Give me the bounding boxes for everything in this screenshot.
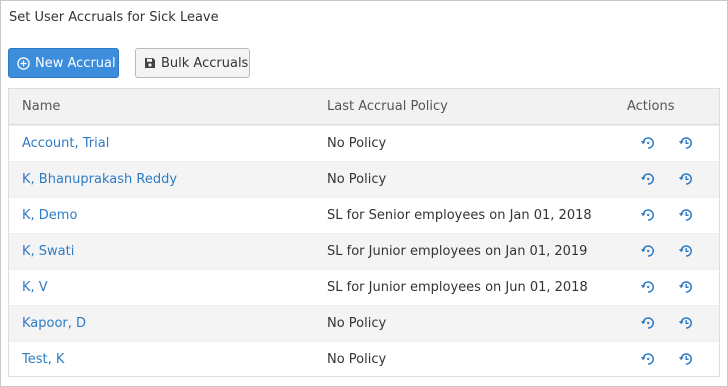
policy-cell: No Policy [327, 136, 387, 151]
accruals-table: Name Last Accrual Policy Actions Account… [8, 88, 720, 377]
plus-circle-icon [17, 56, 30, 70]
table-row: Test, K No Policy [9, 341, 719, 376]
undo-history-icon[interactable] [640, 135, 656, 151]
undo-history-icon[interactable] [640, 315, 656, 331]
policy-cell: No Policy [327, 316, 387, 331]
policy-cell: SL for Senior employees on Jan 01, 2018 [327, 208, 592, 223]
new-accrual-button[interactable]: New Accrual [8, 48, 119, 78]
floppy-disk-icon [144, 57, 156, 69]
history-clock-icon[interactable] [678, 351, 694, 367]
column-header-policy[interactable]: Last Accrual Policy [327, 99, 448, 114]
table-row: K, Swati SL for Junior employees on Jan … [9, 233, 719, 269]
policy-cell: No Policy [327, 352, 387, 367]
user-name-link[interactable]: K, Bhanuprakash Reddy [22, 172, 177, 187]
policy-cell: No Policy [327, 172, 387, 187]
history-clock-icon[interactable] [678, 315, 694, 331]
bulk-accruals-button[interactable]: Bulk Accruals [135, 48, 250, 78]
user-name-link[interactable]: Kapoor, D [22, 316, 86, 331]
policy-cell: SL for Junior employees on Jan 01, 2019 [327, 244, 588, 259]
user-name-link[interactable]: K, Demo [22, 208, 77, 223]
undo-history-icon[interactable] [640, 243, 656, 259]
history-clock-icon[interactable] [678, 243, 694, 259]
policy-cell: SL for Junior employees on Jun 01, 2018 [327, 280, 588, 295]
table-row: K, Bhanuprakash Reddy No Policy [9, 161, 719, 197]
history-clock-icon[interactable] [678, 207, 694, 223]
history-clock-icon[interactable] [678, 171, 694, 187]
undo-history-icon[interactable] [640, 171, 656, 187]
table-header: Name Last Accrual Policy Actions [9, 89, 719, 125]
column-header-name[interactable]: Name [22, 99, 60, 114]
table-row: K, Demo SL for Senior employees on Jan 0… [9, 197, 719, 233]
table-row: K, V SL for Junior employees on Jun 01, … [9, 269, 719, 305]
history-clock-icon[interactable] [678, 279, 694, 295]
user-name-link[interactable]: K, Swati [22, 244, 74, 259]
page-title: Set User Accruals for Sick Leave [9, 10, 219, 25]
user-name-link[interactable]: Test, K [22, 352, 64, 367]
user-name-link[interactable]: Account, Trial [22, 136, 109, 151]
column-header-actions: Actions [627, 99, 675, 114]
user-name-link[interactable]: K, V [22, 280, 48, 295]
bulk-accruals-label: Bulk Accruals [161, 55, 249, 71]
history-clock-icon[interactable] [678, 135, 694, 151]
page-frame: Set User Accruals for Sick Leave New Acc… [0, 0, 728, 387]
undo-history-icon[interactable] [640, 279, 656, 295]
undo-history-icon[interactable] [640, 351, 656, 367]
table-row: Kapoor, D No Policy [9, 305, 719, 341]
table-row: Account, Trial No Policy [9, 125, 719, 161]
undo-history-icon[interactable] [640, 207, 656, 223]
new-accrual-label: New Accrual [35, 55, 116, 71]
